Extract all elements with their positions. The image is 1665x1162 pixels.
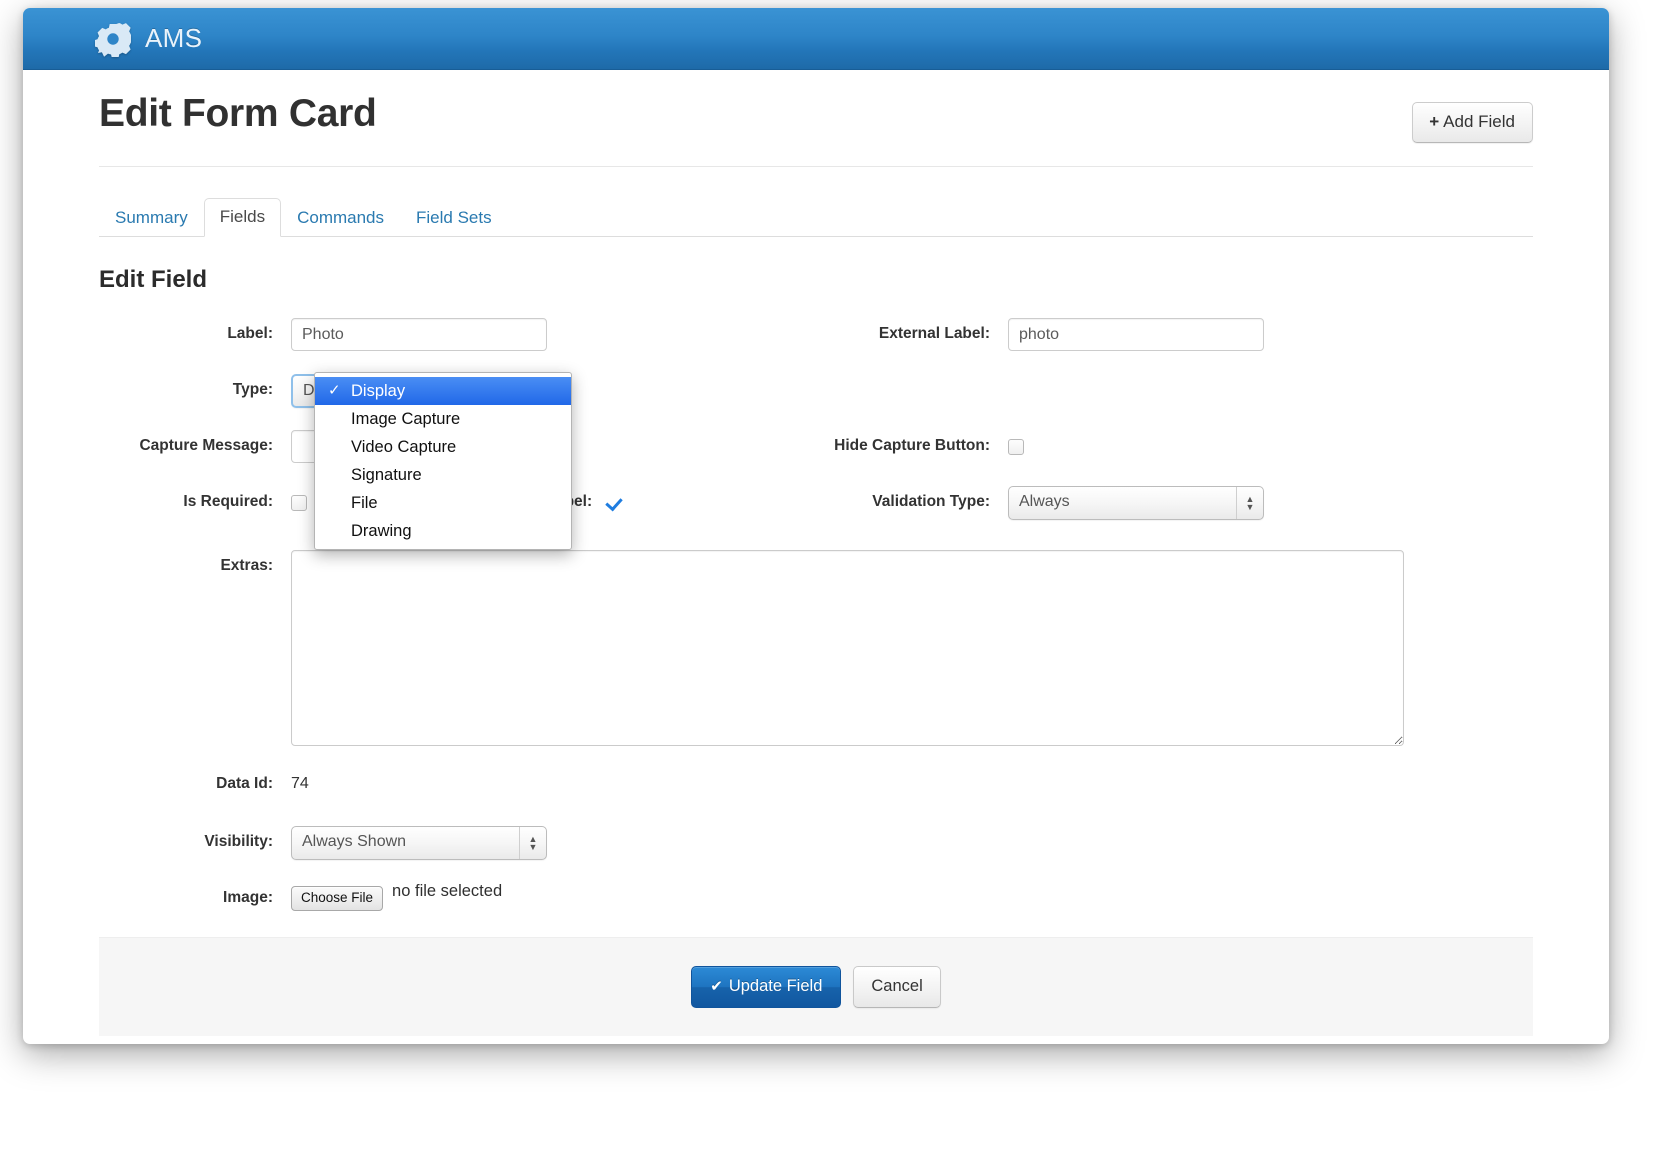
extras-control [291,548,1533,746]
form-col-external-label: External Label: [816,316,1533,372]
chevron-updown-icon: ▲ ▼ [1236,486,1263,520]
arrow-down-glyph: ▼ [529,843,538,851]
data-id-control: 74 [291,766,1533,794]
form-col-data-id: Data Id: 74 [99,766,1533,824]
dropdown-option-label: Display [351,382,405,400]
dropdown-option-drawing[interactable]: Drawing [315,517,571,545]
label-field-control [291,316,816,351]
hide-capture-button-checkbox[interactable] [1008,439,1024,455]
validation-type-label: Validation Type: [816,484,1008,512]
visibility-label: Visibility: [99,824,291,852]
form-col-extras: Extras: [99,548,1533,766]
visibility-select[interactable]: Always Shown ▲ ▼ [291,826,547,860]
extras-label: Extras: [99,548,291,576]
dropdown-option-video-capture[interactable]: Video Capture [315,433,571,461]
form-row-extras: Extras: [99,548,1533,766]
form-col-type-spacer [816,372,1533,428]
page-header: Edit Form Card +Add Field [99,70,1533,166]
form-row-image: Image: Choose File no file selected [99,880,1533,932]
dropdown-option-label: Video Capture [351,438,456,456]
page-title: Edit Form Card [99,92,376,136]
form-col-validation-type: Validation Type: Always ▲ ▼ [816,484,1533,540]
add-field-label: Add Field [1443,112,1515,131]
screenshot-root: AMS Edit Form Card +Add Field Summary Fi… [0,0,1665,1162]
capture-message-label: Capture Message: [99,428,291,456]
add-field-button[interactable]: +Add Field [1412,102,1533,143]
validation-type-control: Always ▲ ▼ [1008,484,1533,520]
tab-summary[interactable]: Summary [99,199,204,237]
dropdown-option-file[interactable]: File [315,489,571,517]
external-label-field-label: External Label: [816,316,1008,344]
dropdown-option-image-capture[interactable]: Image Capture [315,405,571,433]
dropdown-option-display[interactable]: ✓ Display [315,377,571,405]
dropdown-option-label: Signature [351,466,422,484]
tab-field-sets[interactable]: Field Sets [400,199,508,237]
validation-type-select[interactable]: Always ▲ ▼ [1008,486,1264,520]
app-window: AMS Edit Form Card +Add Field Summary Fi… [23,8,1609,1044]
type-dropdown-menu[interactable]: ✓ Display Image Capture Video Capture Si… [314,372,572,550]
visibility-value: Always Shown [302,833,406,850]
dropdown-option-label: Image Capture [351,410,460,428]
navbar: AMS [23,8,1609,70]
plus-icon: + [1429,112,1439,131]
data-id-label: Data Id: [99,766,291,794]
external-label-input[interactable] [1008,318,1264,351]
choose-file-button[interactable]: Choose File [291,886,383,911]
form-col-label: Label: [99,316,816,372]
is-required-label: Is Required: [99,484,291,512]
type-field-label: Type: [99,372,291,400]
dropdown-option-signature[interactable]: Signature [315,461,571,489]
arrow-down-glyph: ▼ [1246,503,1255,511]
file-status-text: no file selected [392,882,502,901]
tab-fields[interactable]: Fields [204,198,281,237]
validation-type-value: Always [1019,493,1070,510]
tab-bar: Summary Fields Commands Field Sets [99,198,1533,237]
show-label-control [606,484,816,512]
is-required-checkbox[interactable] [291,495,307,511]
file-input-row: Choose File no file selected [291,882,1533,911]
form-row-label: Label: External Label: [99,316,1533,372]
brand-title: AMS [145,23,202,54]
dropdown-option-label: Drawing [351,522,412,540]
form-col-hide-capture-button: Hide Capture Button: [816,428,1533,484]
check-icon: ✓ [328,379,341,403]
tab-commands[interactable]: Commands [281,199,400,237]
hide-capture-button-label: Hide Capture Button: [816,428,1008,456]
update-field-label: Update Field [729,977,823,995]
extras-textarea[interactable] [291,550,1404,746]
visibility-control: Always Shown ▲ ▼ [291,824,1533,860]
header-divider [99,166,1533,167]
form-row-visibility: Visibility: Always Shown ▲ ▼ [99,824,1533,880]
form-col-image: Image: Choose File no file selected [99,880,1533,932]
form-row-data-id: Data Id: 74 [99,766,1533,824]
cancel-button[interactable]: Cancel [853,966,940,1008]
label-input[interactable] [291,318,547,351]
label-field-label: Label: [99,316,291,344]
dropdown-option-label: File [351,494,378,512]
external-label-field-control [1008,316,1533,351]
page-container: Edit Form Card +Add Field Summary Fields… [23,70,1609,932]
image-control: Choose File no file selected [291,880,1533,911]
update-field-button[interactable]: ✔ Update Field [691,966,841,1008]
show-label-checkbox[interactable] [606,495,623,512]
image-label: Image: [99,880,291,908]
check-icon: ✔ [710,978,723,995]
form-footer: ✔ Update Field Cancel [99,937,1533,1036]
section-title: Edit Field [99,266,1533,294]
chevron-updown-icon: ▲ ▼ [519,826,546,860]
gear-icon [95,21,145,57]
hide-capture-button-control [1008,428,1533,455]
data-id-value: 74 [291,768,1533,794]
form-col-visibility: Visibility: Always Shown ▲ ▼ [99,824,1533,880]
